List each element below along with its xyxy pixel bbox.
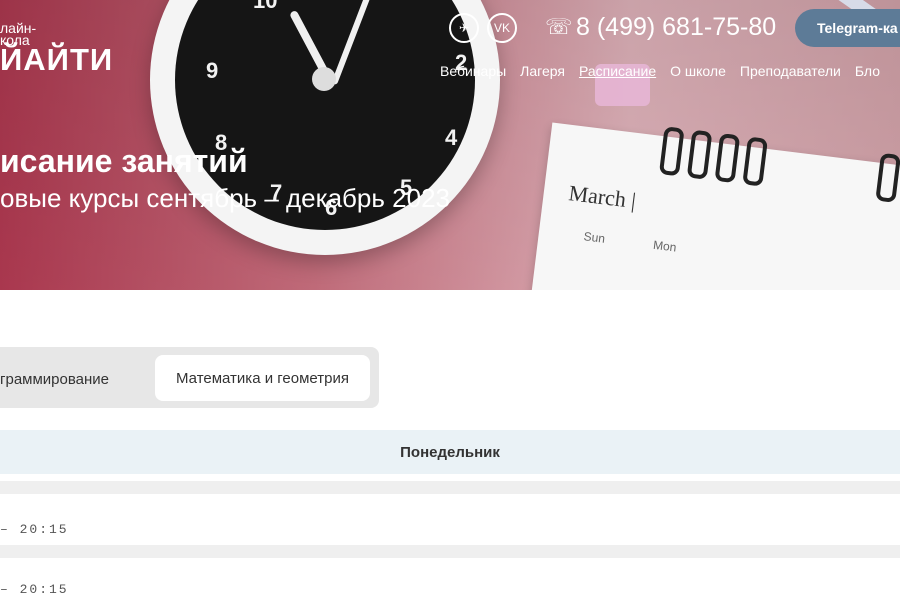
nav-webinars[interactable]: Вебинары bbox=[440, 63, 506, 79]
calendar-ring bbox=[658, 126, 685, 177]
telegram-channel-button[interactable]: Telegram-ка bbox=[795, 9, 900, 47]
logo[interactable]: ЙАЙТИ bbox=[0, 42, 113, 78]
nav-camps[interactable]: Лагеря bbox=[520, 63, 565, 79]
calendar-ring bbox=[742, 136, 768, 187]
clock-number-10: 10 bbox=[253, 0, 278, 13]
tab-math-geometry[interactable]: Математика и геометрия bbox=[155, 355, 370, 401]
tab-programming[interactable]: граммирование bbox=[0, 371, 109, 388]
calendar-month: March | bbox=[567, 180, 638, 214]
row-separator bbox=[0, 545, 900, 558]
row-separator bbox=[0, 481, 900, 494]
alarm-clock-image: 10 9 8 7 6 5 4 2 bbox=[150, 0, 500, 255]
schedule-time: – 20:15 bbox=[0, 582, 69, 597]
nav-schedule[interactable]: Расписание bbox=[579, 63, 656, 79]
calendar-image: March | Sun Mon bbox=[530, 122, 900, 290]
vk-icon[interactable]: VK bbox=[487, 13, 517, 43]
schedule-time: – 20:15 bbox=[0, 522, 69, 537]
page-subtitle: овые курсы сентябрь – декабрь 2023 bbox=[0, 183, 450, 213]
nav-blog[interactable]: Бло bbox=[855, 63, 880, 79]
clock-number-4: 4 bbox=[445, 125, 458, 150]
clock-minute-hand bbox=[331, 0, 386, 86]
schedule-row: – 20:15 bbox=[0, 558, 900, 612]
main-navigation: Вебинары Лагеря Расписание О школе Препо… bbox=[440, 63, 880, 79]
nav-teachers[interactable]: Преподаватели bbox=[740, 63, 841, 79]
clock-center bbox=[312, 67, 336, 91]
telegram-icon[interactable]: ✈ bbox=[449, 13, 479, 43]
calendar-day-sun: Sun bbox=[582, 229, 606, 246]
page-title: исание занятий bbox=[0, 143, 248, 179]
calendar-ring bbox=[686, 129, 713, 180]
phone-icon: ☏ bbox=[545, 14, 573, 39]
hero-banner: 10 9 8 7 6 5 4 2 March | Sun Mon лайн- к… bbox=[0, 0, 900, 290]
schedule-row: – 20:15 bbox=[0, 494, 900, 548]
nav-about[interactable]: О школе bbox=[670, 63, 726, 79]
calendar-ring bbox=[714, 133, 741, 184]
calendar-day-mon: Mon bbox=[652, 237, 678, 255]
schedule-day-header: Понедельник bbox=[0, 430, 900, 474]
clock-number-9: 9 bbox=[206, 58, 219, 83]
subject-tabs: граммирование Математика и геометрия bbox=[0, 347, 379, 408]
calendar-ring bbox=[875, 152, 900, 203]
phone-number[interactable]: 8 (499) 681-75-80 bbox=[576, 13, 776, 42]
